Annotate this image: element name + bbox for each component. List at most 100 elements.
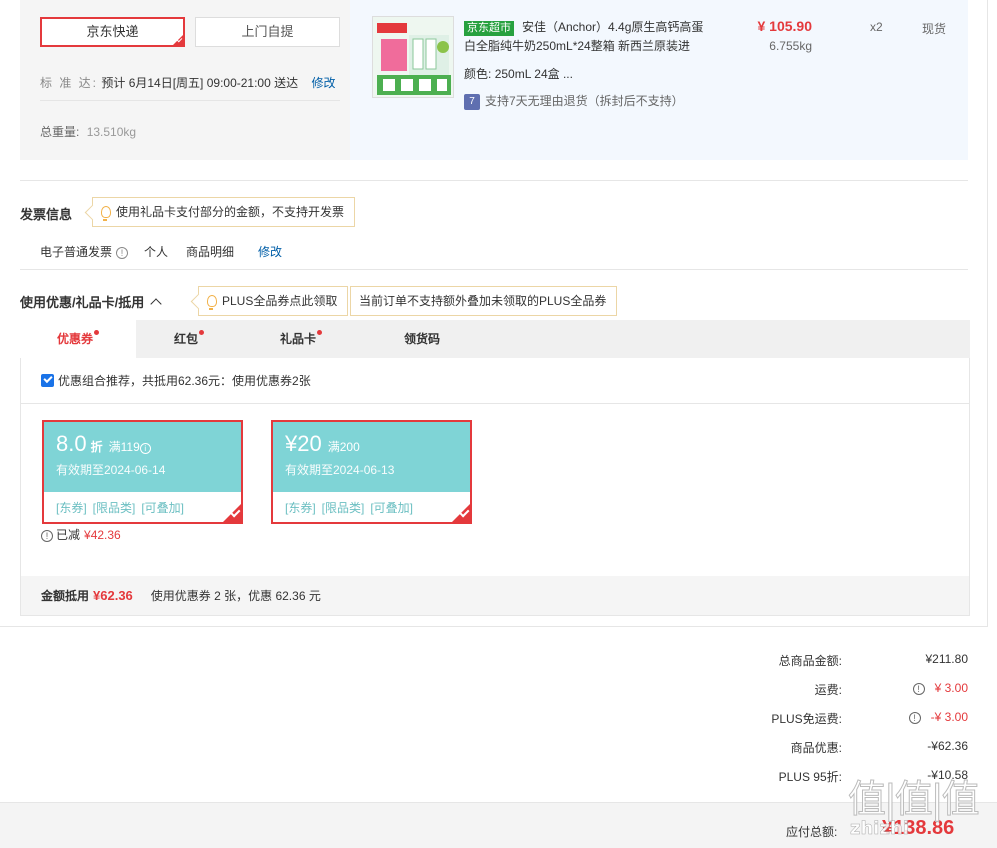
coupon-header: ¥20 满200 有效期至2024-06-13 [273,422,470,492]
total-row-shipping: 运费: ! ¥ 3.00 [640,681,968,701]
coupon-header: 8.0 折满119 i 有效期至2024-06-14 [44,422,241,492]
plus-coupon-notice-text: 当前订单不支持额外叠加未领取的PLUS全品券 [359,294,607,308]
discount-summary-desc: 使用优惠券 2 张，优惠 62.36 元 [150,589,321,603]
info-icon[interactable]: ! [908,712,921,724]
product-price: ¥ 105.90 [757,18,813,34]
total-row-label: 运费: [814,683,842,697]
tab-red-packets[interactable]: 红包 [136,320,242,358]
total-weight: 总重量: 13.510kg [40,123,136,140]
tab-label: 领货码 [403,332,440,346]
coupon-card[interactable]: 8.0 折满119 i 有效期至2024-06-14 [东券] [限品类] [可叠加] [42,420,243,524]
invoice-details: 电子普通发票! 个人 商品明细 修改 [40,243,282,260]
total-row-label: PLUS 95折: [778,770,842,784]
total-weight-label: 总重量: [40,125,80,139]
red-dot-icon [317,330,322,335]
lightbulb-icon [101,206,111,221]
seven-day-return-icon: 7 [464,93,480,110]
plus-coupon-tip[interactable]: PLUS全品券点此领取 [198,286,349,316]
shipping-panel: 京东快递 上门自提 标 准 达: 预计 6月14日[周五] 09:00-21:0… [20,0,350,160]
lightbulb-icon [207,295,217,310]
discount-summary-label: 金额抵用 [41,589,90,603]
divider [20,180,968,181]
product-quantity: x2 [870,20,883,34]
invoice-detail: 商品明细 [186,245,235,259]
total-row-label: 总商品金额: [778,654,842,668]
coupon-area: 优惠组合推荐，共抵用62.36元：使用优惠券2张 8.0 折满119 i 有效期至2… [20,358,970,616]
coupon-tags: [东券] [限品类] [可叠加] [273,492,470,516]
return-policy: 7 支持7天无理由退货（拆封后不支持） [464,92,684,110]
total-row-label: PLUS免运费: [771,712,842,726]
total-weight-value: 13.510kg [86,125,137,139]
coupon-expiry: 有效期至2024-06-14 [56,463,166,477]
product-weight: 6.755kg [769,39,812,53]
discount-section-title-text: 使用优惠/礼品卡/抵用 [20,295,145,310]
watermark-logo: 值|值|值 [848,777,981,822]
total-row-value: -¥62.36 [927,739,968,753]
delivery-time-modify-link[interactable]: 修改 [311,76,335,90]
discount-tabs: 优惠券 红包 礼品卡 领货码 [20,320,970,358]
total-row-value: -¥ 3.00 [930,710,968,724]
payable-total-label: 应付总额: [786,825,838,839]
product-title[interactable]: 京东超市 安佳（Anchor）4.4g原生高钙高蛋白全脂纯牛奶250mL*24整箱… [464,18,714,56]
product-attribute-value: 250mL 24盒 ... [494,67,573,81]
info-icon[interactable]: ! [912,683,925,695]
product-thumbnail[interactable] [372,16,454,98]
coupon-value: 8.0 [56,431,87,456]
selected-check-icon [451,503,471,523]
watermark-site: zhizhi [850,818,909,840]
coupon-expiry: 有效期至2024-06-13 [285,463,395,477]
combo-checkbox[interactable] [41,374,54,387]
selected-check-icon [222,503,242,523]
invoice-modify-link[interactable]: 修改 [258,245,282,259]
tab-gift-cards[interactable]: 礼品卡 [242,320,360,358]
divider [0,626,988,627]
goods-panel: 京东超市 安佳（Anchor）4.4g原生高钙高蛋白全脂纯牛奶250mL*24整箱… [350,0,968,160]
tab-label: 礼品卡 [279,332,316,346]
invoice-tip: 使用礼品卡支付部分的金额，不支持开发票 [92,197,356,227]
discount-summary-value: ¥62.36 [93,588,133,603]
coupon-amount: 8.0 折满119 i [56,430,229,461]
total-row-goods-amount: 总商品金额: ¥211.80 [640,652,968,672]
tab-pickup-codes[interactable]: 领货码 [360,320,484,358]
tab-coupons[interactable]: 优惠券 [20,320,136,358]
product-attribute: 颜色: 250mL 24盒 ... [464,65,573,82]
coupon-tag: [东券] [56,501,87,515]
invoice-section-title: 发票信息 [20,207,73,222]
info-icon[interactable]: ! [116,247,129,259]
shipping-method-label: 上门自提 [241,24,294,39]
discount-section-title[interactable]: 使用优惠/礼品卡/抵用 [20,292,162,311]
total-row-value: ¥ 3.00 [934,681,968,695]
total-row-goods-discount: 商品优惠: -¥62.36 [640,739,968,759]
tab-label: 红包 [173,332,198,346]
total-row-value-wrap: ! ¥ 3.00 [912,681,968,695]
return-policy-text: 支持7天无理由退货（拆封后不支持） [485,94,684,108]
divider [987,0,988,627]
coupon-condition: 满200 [327,440,360,454]
info-icon[interactable]: ! [41,530,53,542]
shipping-method-label: 京东快递 [86,24,139,39]
red-dot-icon [199,330,204,335]
coupon-condition: 满119 [108,440,140,454]
selected-check-icon [172,34,184,46]
info-icon[interactable]: i [139,443,151,454]
milk-box-image-icon [373,17,453,97]
invoice-tip-text: 使用礼品卡支付部分的金额，不支持开发票 [116,205,345,219]
red-dot-icon [94,330,99,335]
tab-label: 优惠券 [56,332,93,346]
total-row-value: ¥211.80 [925,652,969,666]
plus-coupon-tip-text: PLUS全品券点此领取 [222,294,338,308]
divider [21,403,969,404]
coupon-card[interactable]: ¥20 满200 有效期至2024-06-13 [东券] [限品类] [可叠加] [271,420,472,524]
coupon-tag: [东券] [285,501,316,515]
delivery-time: 标 准 达: 预计 6月14日[周五] 09:00-21:00 送达 修改 [40,74,340,101]
coupon-tags: [东券] [限品类] [可叠加] [44,492,241,516]
total-row-label: 商品优惠: [790,741,842,755]
coupon-unit: 折 [90,440,103,454]
shipping-method-jd-express[interactable]: 京东快递 [40,17,185,47]
divider [20,269,968,270]
invoice-type: 电子普通发票 [40,245,113,259]
combo-recommendation[interactable]: 优惠组合推荐，共抵用62.36元：使用优惠券2张 [41,372,311,389]
total-row-value-wrap: ! -¥ 3.00 [908,710,968,724]
shipping-method-pickup[interactable]: 上门自提 [195,17,340,47]
coupon-tag: [限品类] [321,501,365,515]
